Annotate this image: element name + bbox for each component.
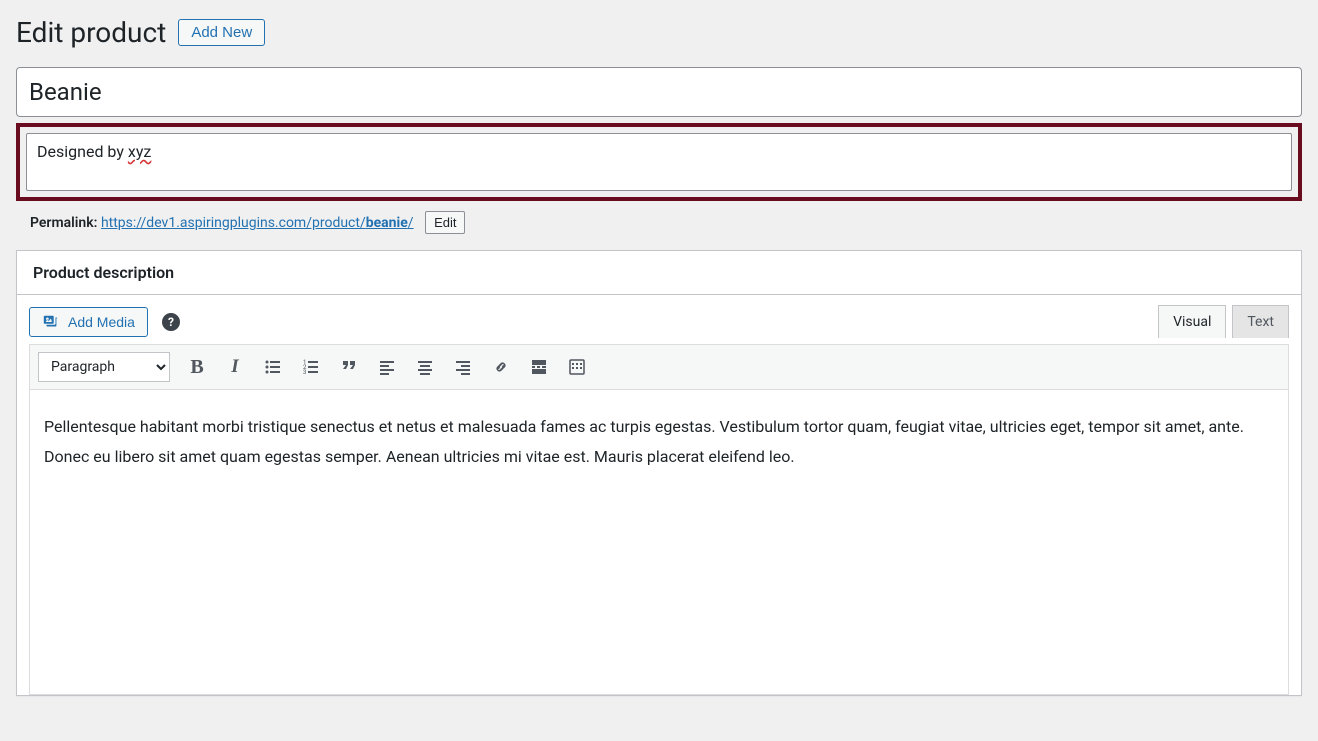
permalink-row: Permalink: https://dev1.aspiringplugins.…	[16, 201, 1302, 248]
permalink-trail: /	[408, 215, 414, 231]
product-description-panel: Product description Add Media ? Visual T…	[16, 250, 1302, 696]
media-icon	[42, 313, 60, 331]
permalink-link[interactable]: https://dev1.aspiringplugins.com/product…	[101, 215, 414, 231]
permalink-base: https://dev1.aspiringplugins.com/product…	[101, 215, 366, 231]
subtitle-spellcheck-word: xyz	[128, 142, 151, 161]
add-new-button[interactable]: Add New	[178, 19, 265, 46]
link-button[interactable]	[482, 351, 520, 383]
align-right-button[interactable]	[444, 351, 482, 383]
format-select[interactable]: Paragraph	[38, 352, 170, 382]
permalink-label: Permalink:	[30, 215, 97, 231]
panel-title: Product description	[17, 251, 1301, 295]
tab-visual[interactable]: Visual	[1158, 305, 1226, 338]
editor-tabs: Visual Text	[1158, 305, 1289, 338]
bullet-list-button[interactable]	[254, 351, 292, 383]
edit-permalink-button[interactable]: Edit	[425, 211, 465, 234]
permalink-slug: beanie	[366, 215, 408, 231]
add-media-label: Add Media	[68, 314, 135, 330]
tab-text[interactable]: Text	[1232, 305, 1289, 338]
editor-content-area[interactable]: Pellentesque habitant morbi tristique se…	[29, 389, 1289, 695]
subtitle-highlight-box: Designed by xyz	[16, 123, 1302, 201]
product-title-input[interactable]	[16, 67, 1302, 117]
align-left-button[interactable]	[368, 351, 406, 383]
subtitle-text-prefix: Designed by	[37, 142, 128, 161]
numbered-list-button[interactable]: 123	[292, 351, 330, 383]
toolbar-toggle-button[interactable]	[558, 351, 596, 383]
add-media-button[interactable]: Add Media	[29, 307, 148, 337]
editor-top-row: Add Media ? Visual Text	[17, 295, 1301, 338]
description-paragraph: Pellentesque habitant morbi tristique se…	[44, 412, 1274, 473]
page-header: Edit product Add New	[16, 0, 1302, 67]
bold-button[interactable]: B	[178, 351, 216, 383]
help-icon[interactable]: ?	[162, 313, 180, 331]
blockquote-button[interactable]	[330, 351, 368, 383]
page-title: Edit product	[16, 16, 166, 49]
product-subtitle-textarea[interactable]: Designed by xyz	[26, 133, 1292, 191]
italic-button[interactable]: I	[216, 351, 254, 383]
read-more-button[interactable]	[520, 351, 558, 383]
editor-toolbar: Paragraph B I 123	[29, 344, 1289, 389]
svg-text:3: 3	[303, 369, 306, 376]
align-center-button[interactable]	[406, 351, 444, 383]
